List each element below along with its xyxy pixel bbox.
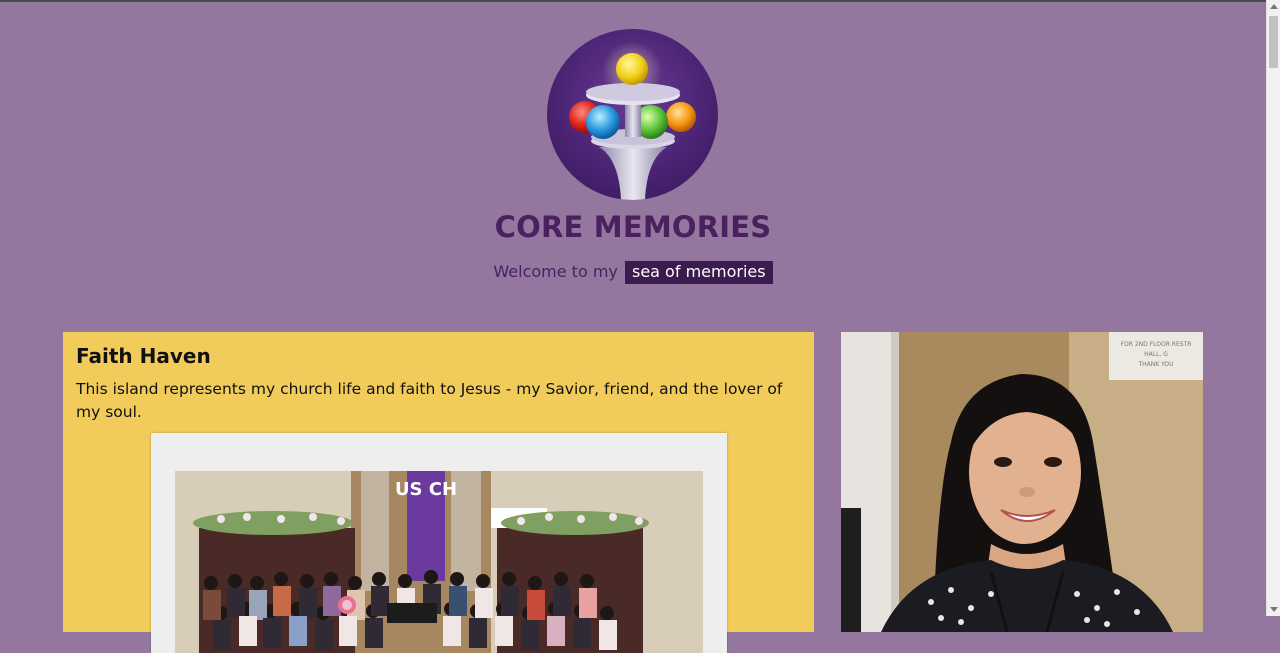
scroll-up-arrow-icon[interactable] <box>1270 4 1278 9</box>
welcome-highlight: sea of memories <box>624 261 773 284</box>
welcome-text: Welcome to my <box>493 262 618 281</box>
welcome-line: Welcome to my sea of memories <box>0 261 1266 284</box>
memory-orbs-logo[interactable] <box>547 29 718 200</box>
card-title: Faith Haven <box>76 344 211 368</box>
banner-text: US CH <box>395 479 457 500</box>
scrollbar-thumb[interactable] <box>1269 16 1278 68</box>
church-photo-image: US CH <box>151 433 727 653</box>
memory-card-faith-haven: Faith Haven This island represents my ch… <box>63 332 814 653</box>
sign-line-3: THANK YOU <box>1137 361 1173 368</box>
sign-line-1: FOR 2ND FLOOR RESTR <box>1121 341 1192 348</box>
scroll-down-arrow-icon[interactable] <box>1270 607 1278 612</box>
card-description: This island represents my church life an… <box>76 380 783 421</box>
vertical-scrollbar[interactable] <box>1266 0 1280 616</box>
window-top-border <box>0 0 1266 2</box>
sign-line-2: HALL, G <box>1144 351 1168 358</box>
memory-orbs-icon <box>569 41 696 200</box>
church-group-photo[interactable]: US CH <box>151 433 727 653</box>
page-title: CORE MEMORIES <box>494 210 772 244</box>
portrait-image: FOR 2ND FLOOR RESTR HALL, G THANK YOU <box>841 332 1203 632</box>
portrait-photo[interactable]: FOR 2ND FLOOR RESTR HALL, G THANK YOU <box>841 332 1203 632</box>
